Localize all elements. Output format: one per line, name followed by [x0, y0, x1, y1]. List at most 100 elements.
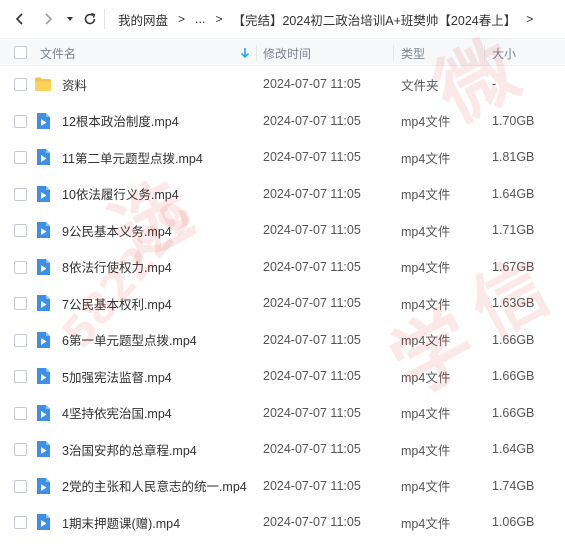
file-modified-time: 2024-07-07 11:05 — [263, 405, 361, 420]
file-size: 1.63GB — [492, 296, 535, 311]
row-checkbox[interactable] — [14, 333, 27, 347]
file-row[interactable]: 3治国安邦的总章程.mp4 2024-07-07 11:05 mp4文件 1.64GB — [0, 431, 565, 468]
column-divider — [484, 45, 485, 61]
breadcrumb-separator-icon: > — [526, 12, 534, 26]
video-file-icon — [34, 331, 52, 349]
file-type: mp4文件 — [401, 151, 451, 166]
toolbar-divider — [104, 9, 105, 29]
video-file-icon — [34, 112, 52, 130]
video-file-icon — [34, 477, 52, 495]
row-checkbox[interactable] — [14, 260, 27, 274]
file-modified-time: 2024-07-07 11:05 — [263, 515, 361, 530]
breadcrumb-item-root[interactable]: 我的网盘 — [118, 10, 168, 29]
file-name[interactable]: 10依法履行义务.mp4 — [62, 176, 179, 213]
file-row[interactable]: 9公民基本义务.mp4 2024-07-07 11:05 mp4文件 1.71GB — [0, 212, 565, 249]
file-type: mp4文件 — [401, 407, 451, 422]
file-size: 1.06GB — [492, 515, 535, 530]
column-header-type[interactable]: 类型 — [401, 39, 425, 67]
file-modified-time: 2024-07-07 11:05 — [263, 223, 361, 238]
file-modified-time: 2024-07-07 11:05 — [263, 186, 361, 201]
file-name[interactable]: 1期末押题课(赠).mp4 — [62, 504, 180, 541]
file-size: 1.66GB — [492, 405, 535, 420]
file-row[interactable]: 7公民基本权利.mp4 2024-07-07 11:05 mp4文件 1.63GB — [0, 285, 565, 322]
row-checkbox[interactable] — [14, 479, 27, 493]
file-type: mp4文件 — [401, 370, 451, 385]
file-row[interactable]: 6第一单元题型点拨.mp4 2024-07-07 11:05 mp4文件 1.66GB — [0, 322, 565, 359]
file-row[interactable]: 10依法履行义务.mp4 2024-07-07 11:05 mp4文件 1.64GB — [0, 176, 565, 213]
file-type: 文件夹 — [401, 78, 439, 93]
sort-arrow-icon[interactable] — [240, 39, 250, 67]
file-name[interactable]: 4坚持依宪治国.mp4 — [62, 395, 172, 432]
file-name[interactable]: 12根本政治制度.mp4 — [62, 103, 179, 140]
row-checkbox[interactable] — [14, 187, 27, 201]
breadcrumb-item-current[interactable]: 【完结】2024初二政治培训A+班樊帅【2024春上】 — [232, 10, 516, 29]
breadcrumb: 我的网盘 > ... > 【完结】2024初二政治培训A+班樊帅【2024春上】… — [118, 0, 543, 38]
file-row[interactable]: 11第二单元题型点拨.mp4 2024-07-07 11:05 mp4文件 1.81G… — [0, 139, 565, 176]
row-checkbox[interactable] — [14, 297, 27, 310]
refresh-button[interactable] — [80, 9, 100, 29]
file-row[interactable]: 资料 2024-07-07 11:05 文件夹 - — [0, 66, 565, 103]
file-name[interactable]: 2党的主张和人民意志的统一.mp4 — [62, 468, 247, 505]
select-all-checkbox[interactable] — [14, 46, 27, 59]
video-file-icon — [34, 440, 52, 458]
file-row[interactable]: 12根本政治制度.mp4 2024-07-07 11:05 mp4文件 1.70GB — [0, 103, 565, 140]
column-header-name[interactable]: 文件名 — [40, 39, 76, 67]
row-checkbox[interactable] — [14, 406, 27, 420]
file-size: 1.67GB — [492, 259, 535, 274]
file-size: 1.66GB — [492, 369, 535, 384]
file-name[interactable]: 3治国安邦的总章程.mp4 — [62, 431, 197, 468]
file-modified-time: 2024-07-07 11:05 — [263, 478, 361, 493]
back-button[interactable] — [10, 9, 30, 29]
file-name[interactable]: 资料 — [62, 66, 87, 103]
column-header-size[interactable]: 大小 — [492, 39, 516, 67]
file-type: mp4文件 — [401, 443, 451, 458]
video-file-icon — [34, 258, 52, 276]
column-divider — [256, 45, 257, 61]
row-checkbox[interactable] — [14, 78, 27, 91]
file-name[interactable]: 9公民基本义务.mp4 — [62, 212, 172, 249]
file-type: mp4文件 — [401, 516, 451, 531]
file-row[interactable]: 4坚持依宪治国.mp4 2024-07-07 11:05 mp4文件 1.66GB — [0, 395, 565, 432]
video-file-icon — [34, 404, 52, 422]
column-header-mtime[interactable]: 修改时间 — [263, 39, 311, 67]
forward-button[interactable] — [38, 9, 58, 29]
file-type: mp4文件 — [401, 261, 451, 276]
file-row[interactable]: 5加强宪法监督.mp4 2024-07-07 11:05 mp4文件 1.66GB — [0, 358, 565, 395]
file-name[interactable]: 5加强宪法监督.mp4 — [62, 358, 172, 395]
file-modified-time: 2024-07-07 11:05 — [263, 259, 361, 274]
file-row[interactable]: 1期末押题课(赠).mp4 2024-07-07 11:05 mp4文件 1.06GB — [0, 504, 565, 541]
breadcrumb-separator-icon: > — [178, 12, 186, 26]
file-size: 1.74GB — [492, 478, 535, 493]
file-name[interactable]: 6第一单元题型点拨.mp4 — [62, 322, 197, 359]
file-size: 1.66GB — [492, 332, 535, 347]
file-name[interactable]: 8依法行使权力.mp4 — [62, 249, 172, 286]
file-size: 1.64GB — [492, 442, 535, 457]
row-checkbox[interactable] — [14, 151, 27, 164]
file-modified-time: 2024-07-07 11:05 — [263, 332, 361, 347]
row-checkbox[interactable] — [14, 114, 27, 128]
refresh-icon — [84, 12, 96, 25]
chevron-right-icon — [45, 13, 53, 25]
file-modified-time: 2024-07-07 11:05 — [263, 442, 361, 457]
file-size: 1.70GB — [492, 113, 535, 128]
breadcrumb-separator-icon: > — [215, 12, 223, 26]
video-file-icon — [34, 221, 52, 239]
file-row[interactable]: 2党的主张和人民意志的统一.mp4 2024-07-07 11:05 mp4文件 1.… — [0, 468, 565, 505]
row-checkbox[interactable] — [14, 516, 27, 529]
file-name[interactable]: 11第二单元题型点拨.mp4 — [62, 139, 203, 176]
row-checkbox[interactable] — [14, 443, 27, 456]
file-modified-time: 2024-07-07 11:05 — [263, 296, 361, 311]
breadcrumb-item-ellipsis[interactable]: ... — [195, 12, 205, 26]
row-checkbox[interactable] — [14, 370, 27, 383]
file-name[interactable]: 7公民基本权利.mp4 — [62, 285, 172, 322]
file-type: mp4文件 — [401, 115, 451, 130]
file-row[interactable]: 8依法行使权力.mp4 2024-07-07 11:05 mp4文件 1.67GB — [0, 249, 565, 286]
video-file-icon — [34, 185, 52, 203]
file-type: mp4文件 — [401, 188, 451, 203]
file-list-header: 文件名 修改时间 类型 大小 — [0, 38, 565, 66]
row-checkbox[interactable] — [14, 224, 27, 237]
chevron-left-icon — [15, 13, 23, 25]
file-size: - — [492, 77, 497, 92]
file-modified-time: 2024-07-07 11:05 — [263, 77, 361, 92]
history-dropdown-button[interactable] — [60, 9, 80, 29]
